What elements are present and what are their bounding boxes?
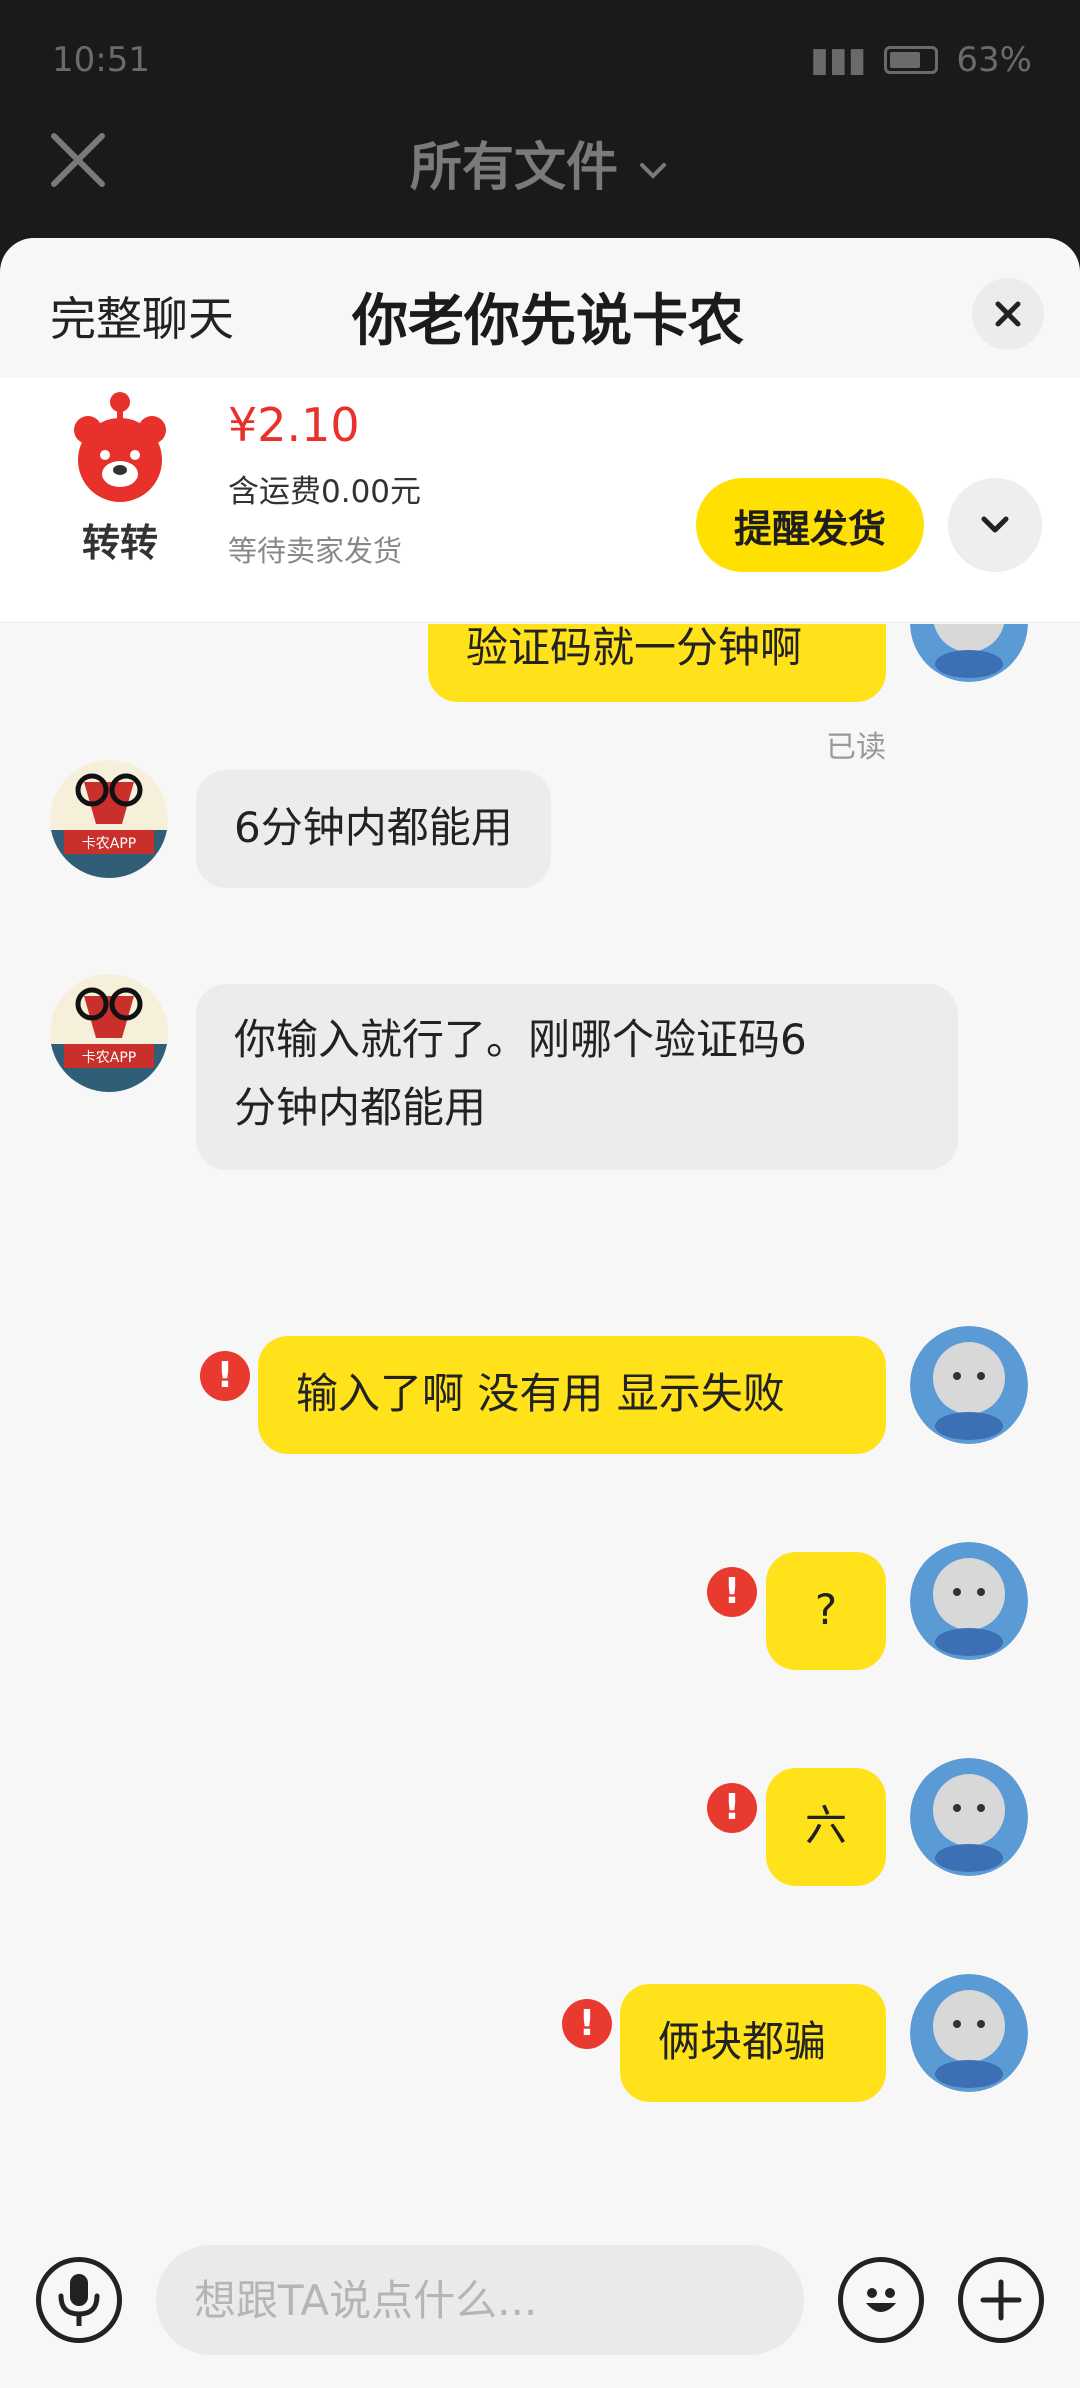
outgoing-message[interactable]: 验证码就一分钟啊 bbox=[428, 624, 886, 702]
cat-avatar-icon bbox=[910, 1326, 1028, 1444]
order-price: ¥2.10 bbox=[228, 398, 360, 452]
message-text: 俩块都骗 bbox=[658, 2017, 827, 2066]
status-bar: 10:51 ▮▮▮ 63% bbox=[0, 0, 1080, 120]
full-chat-link[interactable]: 完整聊天 bbox=[50, 283, 234, 349]
chat-title: 你老你先说卡农 bbox=[352, 289, 744, 354]
status-icons: ▮▮▮ 63% bbox=[810, 40, 1032, 80]
seller-avatar[interactable]: 卡农APP bbox=[50, 760, 168, 878]
message-text: 输入了啊 没有用 显示失败 bbox=[296, 1369, 785, 1418]
app-logo-name: 转转 bbox=[81, 521, 158, 565]
smiley-icon bbox=[866, 2288, 896, 2312]
send-failed-icon[interactable]: ! bbox=[707, 1567, 757, 1617]
outgoing-message[interactable]: 六 bbox=[766, 1768, 886, 1886]
app-logo: 转转 bbox=[50, 390, 190, 570]
outgoing-message[interactable]: ? bbox=[766, 1552, 886, 1670]
svg-text:卡农APP: 卡农APP bbox=[82, 1050, 136, 1066]
bear-logo-icon bbox=[74, 392, 166, 502]
expand-order-button[interactable] bbox=[948, 478, 1042, 572]
background-title[interactable]: 所有文件 bbox=[0, 125, 1080, 200]
background-title-label: 所有文件 bbox=[409, 138, 618, 198]
status-time: 10:51 bbox=[52, 40, 150, 80]
sheet-close-button[interactable] bbox=[972, 278, 1044, 350]
seller-avatar[interactable]: 卡农APP bbox=[50, 974, 168, 1092]
message-input[interactable] bbox=[156, 2245, 804, 2355]
chat-sheet: 完整聊天 你老你先说卡农 转转 ¥2.10 含运费0.00元 等待卖家发货 提醒… bbox=[0, 238, 1080, 2388]
outgoing-message[interactable]: 输入了啊 没有用 显示失败 bbox=[258, 1336, 886, 1454]
svg-text:卡农APP: 卡农APP bbox=[82, 836, 136, 852]
seller-logo-icon: 卡农APP bbox=[50, 760, 168, 878]
cat-avatar-icon bbox=[910, 1758, 1028, 1876]
input-bar bbox=[0, 2230, 1080, 2370]
message-text-line: 分钟内都能用 bbox=[234, 1083, 487, 1132]
send-failed-icon[interactable]: ! bbox=[562, 1999, 612, 2049]
my-avatar[interactable] bbox=[910, 1758, 1028, 1876]
cat-avatar-icon bbox=[910, 1974, 1028, 2092]
my-avatar[interactable] bbox=[910, 1326, 1028, 1444]
my-avatar[interactable] bbox=[910, 624, 1028, 682]
order-status: 等待卖家发货 bbox=[228, 534, 403, 568]
seller-logo-icon: 卡农APP bbox=[50, 974, 168, 1092]
message-list[interactable]: 验证码就一分钟啊 已读 卡农APP 6分钟内都能用 卡农APP 你输入就行了。刚… bbox=[0, 624, 1080, 2388]
more-button[interactable] bbox=[958, 2257, 1044, 2343]
battery-percent: 63% bbox=[956, 40, 1032, 80]
order-card[interactable]: 转转 ¥2.10 含运费0.00元 等待卖家发货 提醒发货 bbox=[0, 378, 1080, 623]
message-text: 6分钟内都能用 bbox=[234, 803, 513, 852]
send-failed-icon[interactable]: ! bbox=[200, 1351, 250, 1401]
plus-icon bbox=[980, 2279, 1022, 2321]
send-failed-icon[interactable]: ! bbox=[707, 1783, 757, 1833]
microphone-icon bbox=[58, 2274, 100, 2326]
my-avatar[interactable] bbox=[910, 1542, 1028, 1660]
message-text: ? bbox=[814, 1585, 838, 1634]
signal-icon: ▮▮▮ bbox=[810, 40, 867, 80]
incoming-message[interactable]: 6分钟内都能用 bbox=[196, 770, 551, 888]
order-shipping: 含运费0.00元 bbox=[228, 474, 422, 510]
close-icon bbox=[995, 301, 1021, 327]
my-avatar[interactable] bbox=[910, 1974, 1028, 2092]
chevron-down-icon bbox=[981, 516, 1009, 533]
battery-icon bbox=[884, 46, 939, 74]
message-text: 验证码就一分钟啊 bbox=[466, 624, 803, 672]
message-text-line: 你输入就行了。刚哪个验证码6 bbox=[234, 1015, 807, 1064]
incoming-message[interactable]: 你输入就行了。刚哪个验证码6 分钟内都能用 bbox=[196, 984, 958, 1170]
cat-avatar-icon bbox=[910, 1542, 1028, 1660]
voice-button[interactable] bbox=[36, 2257, 122, 2343]
remind-shipping-button[interactable]: 提醒发货 bbox=[696, 478, 924, 572]
message-text: 六 bbox=[804, 1801, 847, 1850]
read-receipt: 已读 bbox=[826, 730, 886, 765]
outgoing-message[interactable]: 俩块都骗 bbox=[620, 1984, 886, 2102]
cat-avatar-icon bbox=[910, 624, 1028, 682]
sheet-header: 完整聊天 你老你先说卡农 bbox=[0, 238, 1080, 378]
emoji-button[interactable] bbox=[838, 2257, 924, 2343]
chevron-down-icon bbox=[640, 163, 667, 179]
